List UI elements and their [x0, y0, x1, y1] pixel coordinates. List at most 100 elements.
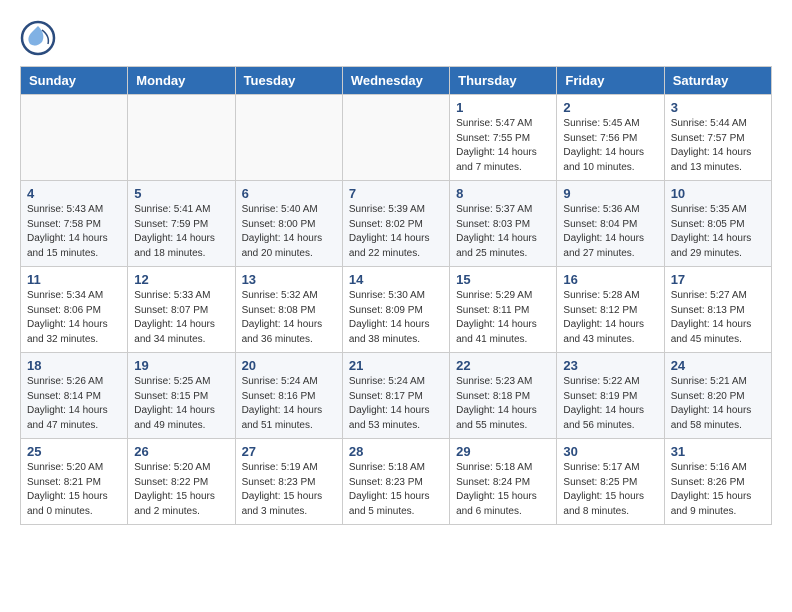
weekday-header-thursday: Thursday [450, 67, 557, 95]
day-info: Sunrise: 5:37 AM Sunset: 8:03 PM Dayligh… [456, 203, 550, 261]
day-info: Sunrise: 5:20 AM Sunset: 8:21 PM Dayligh… [27, 461, 121, 519]
day-info: Sunrise: 5:35 AM Sunset: 8:05 PM Dayligh… [671, 203, 765, 261]
day-info: Sunrise: 5:43 AM Sunset: 7:58 PM Dayligh… [27, 203, 121, 261]
day-info: Sunrise: 5:33 AM Sunset: 8:07 PM Dayligh… [134, 289, 228, 347]
day-info: Sunrise: 5:41 AM Sunset: 7:59 PM Dayligh… [134, 203, 228, 261]
day-info: Sunrise: 5:16 AM Sunset: 8:26 PM Dayligh… [671, 461, 765, 519]
calendar-cell: 13 Sunrise: 5:32 AM Sunset: 8:08 PM Dayli… [235, 267, 342, 353]
day-info: Sunrise: 5:19 AM Sunset: 8:23 PM Dayligh… [242, 461, 336, 519]
header [20, 20, 772, 56]
calendar-cell: 3 Sunrise: 5:44 AM Sunset: 7:57 PM Daylig… [664, 95, 771, 181]
day-number: 14 [349, 272, 443, 287]
weekday-header-monday: Monday [128, 67, 235, 95]
week-row-2: 4 Sunrise: 5:43 AM Sunset: 7:58 PM Daylig… [21, 181, 772, 267]
day-number: 4 [27, 186, 121, 201]
day-number: 22 [456, 358, 550, 373]
calendar-cell: 1 Sunrise: 5:47 AM Sunset: 7:55 PM Daylig… [450, 95, 557, 181]
calendar-cell: 22 Sunrise: 5:23 AM Sunset: 8:18 PM Dayli… [450, 353, 557, 439]
day-number: 13 [242, 272, 336, 287]
calendar-cell: 29 Sunrise: 5:18 AM Sunset: 8:24 PM Dayli… [450, 439, 557, 525]
day-info: Sunrise: 5:45 AM Sunset: 7:56 PM Dayligh… [563, 117, 657, 175]
day-number: 21 [349, 358, 443, 373]
calendar-cell: 24 Sunrise: 5:21 AM Sunset: 8:20 PM Dayli… [664, 353, 771, 439]
weekday-header-friday: Friday [557, 67, 664, 95]
day-info: Sunrise: 5:24 AM Sunset: 8:16 PM Dayligh… [242, 375, 336, 433]
logo [20, 20, 60, 56]
day-number: 11 [27, 272, 121, 287]
day-info: Sunrise: 5:18 AM Sunset: 8:23 PM Dayligh… [349, 461, 443, 519]
day-number: 30 [563, 444, 657, 459]
day-number: 24 [671, 358, 765, 373]
day-number: 1 [456, 100, 550, 115]
week-row-5: 25 Sunrise: 5:20 AM Sunset: 8:21 PM Dayli… [21, 439, 772, 525]
day-number: 17 [671, 272, 765, 287]
calendar-cell: 23Sunrise: 5:22 AM Sunset: 8:19 PM Dayli… [557, 353, 664, 439]
calendar-cell: 8 Sunrise: 5:37 AM Sunset: 8:03 PM Daylig… [450, 181, 557, 267]
calendar-cell: 26Sunrise: 5:20 AM Sunset: 8:22 PM Dayli… [128, 439, 235, 525]
calendar-cell: 6 Sunrise: 5:40 AM Sunset: 8:00 PM Daylig… [235, 181, 342, 267]
calendar-cell: 2 Sunrise: 5:45 AM Sunset: 7:56 PM Daylig… [557, 95, 664, 181]
day-info: Sunrise: 5:32 AM Sunset: 8:08 PM Dayligh… [242, 289, 336, 347]
day-info: Sunrise: 5:23 AM Sunset: 8:18 PM Dayligh… [456, 375, 550, 433]
day-number: 7 [349, 186, 443, 201]
day-number: 18 [27, 358, 121, 373]
day-number: 19 [134, 358, 228, 373]
week-row-1: 1 Sunrise: 5:47 AM Sunset: 7:55 PM Daylig… [21, 95, 772, 181]
day-number: 6 [242, 186, 336, 201]
week-row-4: 18 Sunrise: 5:26 AM Sunset: 8:14 PM Dayli… [21, 353, 772, 439]
day-info: Sunrise: 5:26 AM Sunset: 8:14 PM Dayligh… [27, 375, 121, 433]
day-number: 26 [134, 444, 228, 459]
calendar-cell: 28 Sunrise: 5:18 AM Sunset: 8:23 PM Dayli… [342, 439, 449, 525]
day-number: 28 [349, 444, 443, 459]
day-number: 16 [563, 272, 657, 287]
calendar-cell: 31Sunrise: 5:16 AM Sunset: 8:26 PM Dayli… [664, 439, 771, 525]
calendar-cell [128, 95, 235, 181]
day-number: 12 [134, 272, 228, 287]
calendar-cell [21, 95, 128, 181]
day-number: 3 [671, 100, 765, 115]
day-info: Sunrise: 5:44 AM Sunset: 7:57 PM Dayligh… [671, 117, 765, 175]
day-info: Sunrise: 5:47 AM Sunset: 7:55 PM Dayligh… [456, 117, 550, 175]
day-number: 8 [456, 186, 550, 201]
weekday-header-saturday: Saturday [664, 67, 771, 95]
day-info: Sunrise: 5:21 AM Sunset: 8:20 PM Dayligh… [671, 375, 765, 433]
day-number: 5 [134, 186, 228, 201]
day-info: Sunrise: 5:34 AM Sunset: 8:06 PM Dayligh… [27, 289, 121, 347]
day-info: Sunrise: 5:24 AM Sunset: 8:17 PM Dayligh… [349, 375, 443, 433]
calendar-cell: 19 Sunrise: 5:25 AM Sunset: 8:15 PM Dayli… [128, 353, 235, 439]
calendar-cell [235, 95, 342, 181]
weekday-header-sunday: Sunday [21, 67, 128, 95]
calendar-cell [342, 95, 449, 181]
day-info: Sunrise: 5:30 AM Sunset: 8:09 PM Dayligh… [349, 289, 443, 347]
calendar-cell: 21 Sunrise: 5:24 AM Sunset: 8:17 PM Dayli… [342, 353, 449, 439]
calendar-cell: 12 Sunrise: 5:33 AM Sunset: 8:07 PM Dayli… [128, 267, 235, 353]
day-number: 20 [242, 358, 336, 373]
calendar-cell: 7 Sunrise: 5:39 AM Sunset: 8:02 PM Daylig… [342, 181, 449, 267]
day-info: Sunrise: 5:39 AM Sunset: 8:02 PM Dayligh… [349, 203, 443, 261]
calendar-cell: 16 Sunrise: 5:28 AM Sunset: 8:12 PM Dayli… [557, 267, 664, 353]
calendar-cell: 9Sunrise: 5:36 AM Sunset: 8:04 PM Daylig… [557, 181, 664, 267]
calendar-cell: 17 Sunrise: 5:27 AM Sunset: 8:13 PM Dayli… [664, 267, 771, 353]
calendar-table: SundayMondayTuesdayWednesdayThursdayFrid… [20, 66, 772, 525]
day-number: 10 [671, 186, 765, 201]
day-info: Sunrise: 5:25 AM Sunset: 8:15 PM Dayligh… [134, 375, 228, 433]
logo-icon [20, 20, 56, 56]
day-number: 2 [563, 100, 657, 115]
page-container: SundayMondayTuesdayWednesdayThursdayFrid… [0, 0, 792, 535]
day-number: 29 [456, 444, 550, 459]
calendar-cell: 4 Sunrise: 5:43 AM Sunset: 7:58 PM Daylig… [21, 181, 128, 267]
weekday-header-tuesday: Tuesday [235, 67, 342, 95]
calendar-cell: 18 Sunrise: 5:26 AM Sunset: 8:14 PM Dayli… [21, 353, 128, 439]
calendar-cell: 11 Sunrise: 5:34 AM Sunset: 8:06 PM Dayli… [21, 267, 128, 353]
day-number: 25 [27, 444, 121, 459]
calendar-cell: 25 Sunrise: 5:20 AM Sunset: 8:21 PM Dayli… [21, 439, 128, 525]
day-info: Sunrise: 5:22 AM Sunset: 8:19 PM Dayligh… [563, 375, 657, 433]
day-info: Sunrise: 5:27 AM Sunset: 8:13 PM Dayligh… [671, 289, 765, 347]
day-info: Sunrise: 5:18 AM Sunset: 8:24 PM Dayligh… [456, 461, 550, 519]
calendar-cell: 30 Sunrise: 5:17 AM Sunset: 8:25 PM Dayli… [557, 439, 664, 525]
day-number: 9 [563, 186, 657, 201]
day-info: Sunrise: 5:28 AM Sunset: 8:12 PM Dayligh… [563, 289, 657, 347]
day-info: Sunrise: 5:17 AM Sunset: 8:25 PM Dayligh… [563, 461, 657, 519]
calendar-cell: 15Sunrise: 5:29 AM Sunset: 8:11 PM Dayli… [450, 267, 557, 353]
day-info: Sunrise: 5:40 AM Sunset: 8:00 PM Dayligh… [242, 203, 336, 261]
